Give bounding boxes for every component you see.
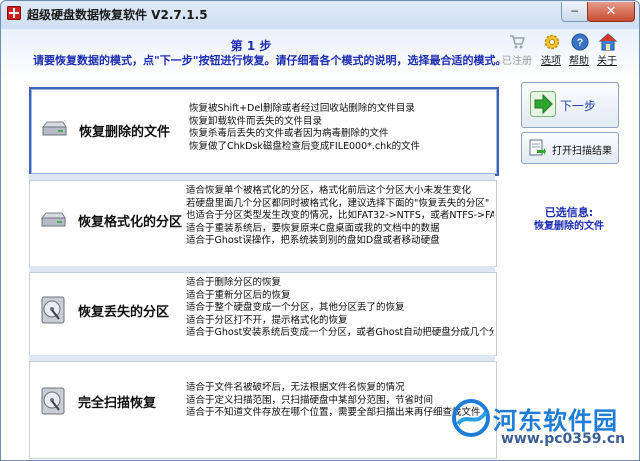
next-step-label: 下一步 bbox=[560, 99, 597, 113]
about-label: 关于 bbox=[597, 56, 617, 67]
help-icon: ? bbox=[571, 33, 589, 51]
arrow-right-icon bbox=[530, 91, 556, 117]
step-description: 请要恢复数据的模式，点"下一步"按钮进行恢复。请仔细看各个模式的说明，选择最合适… bbox=[33, 54, 507, 67]
mode-recover-lost-partition[interactable]: 恢复丢失的分区 适合于删除分区的恢复 适合于重新分区后的恢复 适合于整个硬盘变成… bbox=[29, 272, 497, 356]
mode-line: 适合于整个硬盘变成一个分区，其他分区丢了的恢复 bbox=[186, 302, 405, 314]
cart-icon bbox=[510, 35, 525, 49]
mode-line: 适合于分区打不开，提示格式化的恢复 bbox=[186, 314, 348, 326]
next-step-button[interactable]: 下一步 bbox=[521, 82, 619, 128]
hard-disk-open-icon bbox=[41, 296, 65, 324]
mode-line: 适合于Ghost误操作，把系统装到别的盘如D盘或者移动硬盘 bbox=[186, 235, 440, 247]
mode-line: 恢复杀毒后丢失的文件或者因为病毒删除的文件 bbox=[189, 128, 389, 140]
app-window: 超级硬盘数据恢复软件 V2.7.1.5 ─ ✕ 第 1 步 请要恢复数据的模式，… bbox=[0, 0, 640, 461]
mode-description: 恢复被Shift+Del删除或者经过回收站删除的文件目录 恢复卸载软件而丢失的文… bbox=[189, 103, 420, 153]
register-label: 已注册 bbox=[502, 56, 532, 67]
selection-value: 恢复删除的文件 bbox=[534, 221, 604, 232]
open-file-icon bbox=[529, 139, 546, 156]
mode-line: 适合于删除分区的恢复 bbox=[186, 277, 282, 288]
mode-line: 适合于文件名被破坏后，无法根据文件名恢复的情况 bbox=[186, 382, 405, 393]
mode-line: 适合于定义扫描范围，只扫描硬盘中某部分范围，节省时间 bbox=[186, 394, 434, 406]
title-bar[interactable]: 超级硬盘数据恢复软件 V2.7.1.5 ─ ✕ bbox=[1, 1, 639, 27]
mode-title: 完全扫描恢复 bbox=[78, 396, 157, 411]
svg-text:?: ? bbox=[577, 37, 584, 49]
watermark-logo-icon bbox=[452, 399, 490, 437]
house-icon bbox=[599, 33, 617, 51]
minimize-button[interactable]: ─ bbox=[561, 2, 588, 22]
mode-full-scan[interactable]: 完全扫描恢复 适合于文件名被破坏后，无法根据文件名恢复的情况 适合于定义扫描范围… bbox=[29, 361, 497, 459]
mode-line: 恢复被Shift+Del删除或者经过回收站删除的文件目录 bbox=[189, 103, 415, 114]
mode-title: 恢复丢失的分区 bbox=[78, 305, 170, 320]
mode-line: 也适合于分区类型发生改变的情况，比如FAT32->NTFS，或者NTFS->FA… bbox=[186, 210, 494, 222]
mode-line: 适合于重装系统后，要恢复原来C盘桌面或我的文档中的数据 bbox=[186, 222, 440, 234]
mode-description: 适合于文件名被破坏后，无法根据文件名恢复的情况 适合于定义扫描范围，只扫描硬盘中… bbox=[186, 382, 494, 420]
mode-line: 适合恢复单个被格式化的分区，格式化前后这个分区大小未发生变化 bbox=[186, 185, 472, 196]
watermark-url: www.pc0359.cn bbox=[501, 431, 626, 447]
mode-line: 适合于重新分区后的恢复 bbox=[186, 289, 291, 301]
mode-description: 适合于删除分区的恢复 适合于重新分区后的恢复 适合于整个硬盘变成一个分区，其他分… bbox=[186, 277, 494, 340]
open-scan-result-button[interactable]: 打开扫描结果 bbox=[521, 132, 619, 164]
mode-line: 恢复做了ChkDsk磁盘检查后变成FILE000*.chk的文件 bbox=[189, 140, 421, 152]
mode-title: 恢复删除的文件 bbox=[79, 125, 171, 140]
gear-icon bbox=[544, 34, 560, 50]
mode-line: 恢复卸载软件而丢失的文件目录 bbox=[189, 115, 323, 127]
mode-title: 恢复格式化的分区 bbox=[78, 215, 183, 230]
mode-description: 适合恢复单个被格式化的分区，格式化前后这个分区大小未发生变化 若硬盘里面几个分区… bbox=[186, 185, 494, 248]
close-button[interactable]: ✕ bbox=[587, 2, 635, 22]
mode-line: 适合于不知道文件存放在哪个位置，需要全部扫描出来再仔细查找文件 bbox=[186, 407, 481, 419]
register-button: 已注册 bbox=[499, 33, 535, 67]
hard-disk-icon bbox=[40, 212, 66, 227]
hard-disk-icon bbox=[41, 121, 67, 136]
about-button[interactable]: 关于 bbox=[589, 33, 625, 67]
mode-line: 适合于Ghost安装系统后变成一个分区，或者Ghost自动把硬盘分成几个分 bbox=[186, 327, 494, 339]
hard-disk-open-icon bbox=[41, 387, 65, 415]
window-title: 超级硬盘数据恢复软件 V2.7.1.5 bbox=[27, 8, 208, 22]
app-icon bbox=[7, 6, 21, 20]
mode-line: 若硬盘里面几个分区都同时被格式化，建议选择下面的"恢复丢失的分区" bbox=[186, 197, 490, 209]
open-scan-result-label: 打开扫描结果 bbox=[552, 146, 612, 157]
mode-recover-deleted[interactable]: 恢复删除的文件 恢复被Shift+Del删除或者经过回收站删除的文件目录 恢复卸… bbox=[29, 87, 499, 176]
mode-recover-formatted[interactable]: 恢复格式化的分区 适合恢复单个被格式化的分区，格式化前后这个分区大小未发生变化 … bbox=[29, 180, 497, 267]
